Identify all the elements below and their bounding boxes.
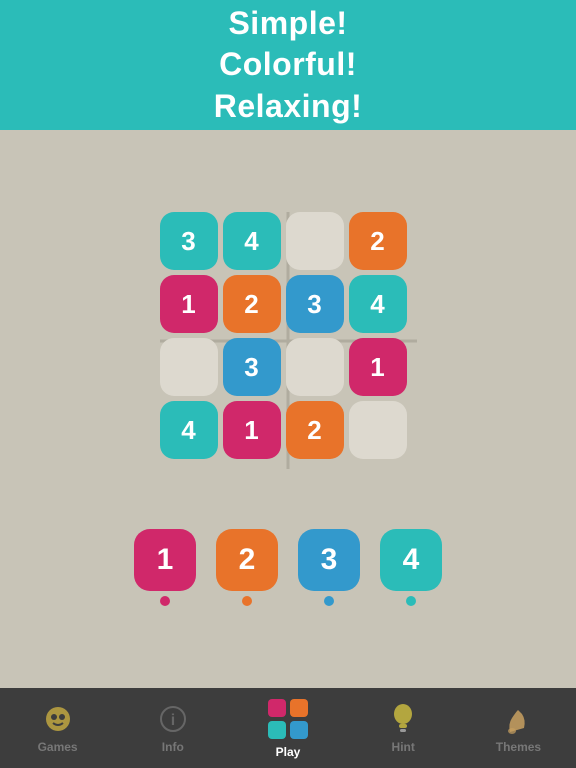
cell-4[interactable]: 1 [160,275,218,333]
tagline-line1: Simple! [228,5,347,41]
tab-themes-label: Themes [496,740,541,754]
cell-9[interactable]: 3 [223,338,281,396]
palette-item-2[interactable]: 2 [216,529,278,606]
hint-icon [387,703,419,735]
tab-hint-label: Hint [392,740,415,754]
cell-3[interactable]: 2 [349,212,407,270]
cell-0[interactable]: 3 [160,212,218,270]
tab-games-label: Games [38,740,78,754]
palette-item-4[interactable]: 4 [380,529,442,606]
palette-dot-2 [242,596,252,606]
tab-info[interactable]: i Info [115,703,230,754]
number-palette: 1 2 3 4 [134,529,442,606]
cell-2[interactable] [286,212,344,270]
play-icon [267,698,309,740]
palette-cell-2[interactable]: 2 [216,529,278,591]
tagline-line2: Colorful! [219,46,357,82]
tab-themes[interactable]: Themes [461,703,576,754]
tab-play-label: Play [276,745,301,759]
cell-8[interactable] [160,338,218,396]
themes-icon [502,703,534,735]
header: Simple! Colorful! Relaxing! [0,0,576,130]
cell-14[interactable]: 2 [286,401,344,459]
cell-15[interactable] [349,401,407,459]
cell-11[interactable]: 1 [349,338,407,396]
cell-7[interactable]: 4 [349,275,407,333]
tabbar: Games i Info Play [0,688,576,768]
cell-12[interactable]: 4 [160,401,218,459]
tab-play[interactable]: Play [230,698,345,759]
palette-cell-1[interactable]: 1 [134,529,196,591]
puzzle-wrapper: 3 4 2 1 2 3 4 3 1 4 1 2 [160,212,417,469]
palette-cell-3[interactable]: 3 [298,529,360,591]
cell-1[interactable]: 4 [223,212,281,270]
palette-dot-4 [406,596,416,606]
palette-dot-1 [160,596,170,606]
main-content: 3 4 2 1 2 3 4 3 1 4 1 2 1 2 [0,130,576,688]
tagline-line3: Relaxing! [214,88,363,124]
tagline: Simple! Colorful! Relaxing! [214,3,363,128]
games-icon [42,703,74,735]
svg-text:i: i [171,712,175,729]
cell-5[interactable]: 2 [223,275,281,333]
cell-6[interactable]: 3 [286,275,344,333]
tab-games[interactable]: Games [0,703,115,754]
info-icon: i [157,703,189,735]
cell-10[interactable] [286,338,344,396]
puzzle-grid[interactable]: 3 4 2 1 2 3 4 3 1 4 1 2 [160,212,417,459]
palette-dot-3 [324,596,334,606]
palette-item-1[interactable]: 1 [134,529,196,606]
tab-hint[interactable]: Hint [346,703,461,754]
tab-info-label: Info [162,740,184,754]
palette-cell-4[interactable]: 4 [380,529,442,591]
palette-item-3[interactable]: 3 [298,529,360,606]
cell-13[interactable]: 1 [223,401,281,459]
